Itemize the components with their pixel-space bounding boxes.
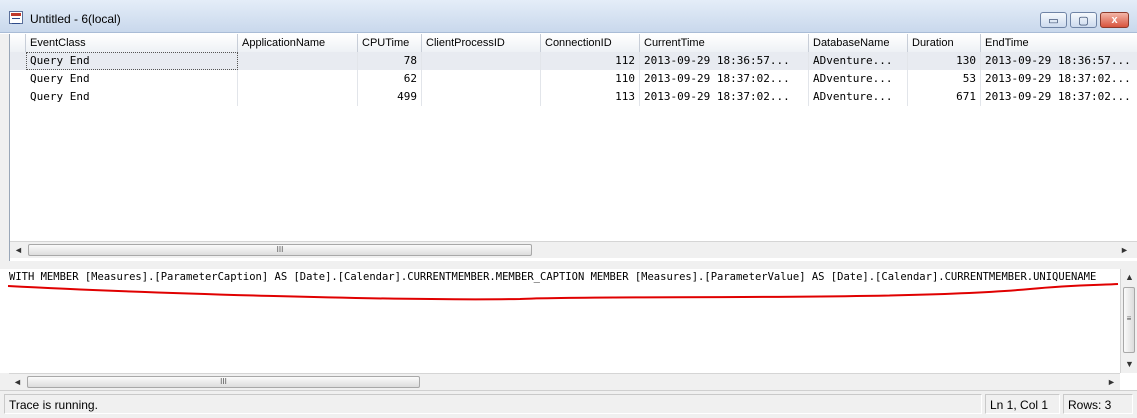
scroll-left-icon[interactable]: ◄: [9, 374, 26, 390]
text-horizontal-scrollbar[interactable]: ◄ III ►: [9, 373, 1120, 390]
close-icon: x: [1111, 14, 1118, 26]
cell-connectionid: 110: [541, 70, 640, 88]
table-row[interactable]: Query End 499 113 2013-09-29 18:37:02...…: [10, 88, 1137, 106]
cell-databasename: ADventure...: [809, 88, 908, 106]
cell-duration: 130: [908, 52, 981, 70]
cell-applicationname: [238, 52, 358, 70]
status-message: Trace is running.: [4, 394, 982, 414]
cell-endtime: 2013-09-29 18:37:02...: [981, 70, 1137, 88]
scroll-right-icon[interactable]: ►: [1116, 242, 1133, 258]
row-count: Rows: 3: [1063, 394, 1133, 414]
cell-duration: 53: [908, 70, 981, 88]
cell-clientprocessid: [422, 88, 541, 106]
cell-endtime: 2013-09-29 18:37:02...: [981, 88, 1137, 106]
cell-connectionid: 113: [541, 88, 640, 106]
pane-splitter[interactable]: [0, 261, 1137, 269]
table-row[interactable]: Query End 78 112 2013-09-29 18:36:57... …: [10, 52, 1137, 70]
cell-cputime: 78: [358, 52, 422, 70]
cell-eventclass: Query End: [26, 52, 238, 70]
trace-window-icon: [9, 11, 23, 24]
column-header-eventclass[interactable]: EventClass: [26, 34, 238, 52]
scroll-down-icon[interactable]: ▼: [1121, 356, 1137, 372]
cell-applicationname: [238, 88, 358, 106]
trace-events-grid[interactable]: EventClass ApplicationName CPUTime Clien…: [9, 34, 1137, 261]
red-underline-annotation: [7, 283, 1119, 301]
window-title: Untitled - 6(local): [30, 12, 121, 26]
cell-connectionid: 112: [541, 52, 640, 70]
scroll-left-icon[interactable]: ◄: [10, 242, 27, 258]
maximize-button[interactable]: ▢: [1070, 12, 1097, 28]
cell-cputime: 499: [358, 88, 422, 106]
scroll-right-icon[interactable]: ►: [1103, 374, 1120, 390]
table-row[interactable]: Query End 62 110 2013-09-29 18:37:02... …: [10, 70, 1137, 88]
column-header-applicationname[interactable]: ApplicationName: [238, 34, 358, 52]
status-bar: Trace is running. Ln 1, Col 1 Rows: 3: [0, 390, 1137, 418]
grid-horizontal-scrollbar[interactable]: ◄ III ►: [10, 241, 1137, 258]
query-text-pane[interactable]: WITH MEMBER [Measures].[ParameterCaption…: [0, 269, 1137, 390]
cell-eventclass: Query End: [26, 88, 238, 106]
cell-databasename: ADventure...: [809, 70, 908, 88]
cursor-position: Ln 1, Col 1: [985, 394, 1060, 414]
column-header-endtime[interactable]: EndTime: [981, 34, 1137, 52]
profiler-trace-window: { "window": { "title": "Untitled - 6(loc…: [0, 0, 1137, 418]
grid-header: EventClass ApplicationName CPUTime Clien…: [10, 34, 1137, 53]
maximize-icon: ▢: [1078, 14, 1089, 27]
text-scroll-thumb[interactable]: III: [27, 376, 420, 388]
cell-endtime: 2013-09-29 18:36:57...: [981, 52, 1137, 70]
column-header-duration[interactable]: Duration: [908, 34, 981, 52]
title-bar: Untitled - 6(local) ▭ ▢ x: [0, 0, 1137, 33]
minimize-icon: ▭: [1048, 14, 1059, 27]
close-button[interactable]: x: [1100, 12, 1129, 28]
column-header-clientprocessid[interactable]: ClientProcessID: [422, 34, 541, 52]
column-header-databasename[interactable]: DatabaseName: [809, 34, 908, 52]
cell-duration: 671: [908, 88, 981, 106]
cell-databasename: ADventure...: [809, 52, 908, 70]
cell-clientprocessid: [422, 70, 541, 88]
column-header-connectionid[interactable]: ConnectionID: [541, 34, 640, 52]
minimize-button[interactable]: ▭: [1040, 12, 1067, 28]
cell-clientprocessid: [422, 52, 541, 70]
text-vscroll-thumb[interactable]: ≡: [1123, 287, 1135, 353]
text-vertical-scrollbar[interactable]: ▲ ≡ ▼: [1120, 269, 1137, 373]
grid-scroll-thumb[interactable]: III: [28, 244, 532, 256]
column-header-currenttime[interactable]: CurrentTime: [640, 34, 809, 52]
row-header-corner: [10, 34, 26, 52]
cell-cputime: 62: [358, 70, 422, 88]
cell-currenttime: 2013-09-29 18:37:02...: [640, 70, 809, 88]
scroll-up-icon[interactable]: ▲: [1121, 269, 1137, 285]
cell-currenttime: 2013-09-29 18:36:57...: [640, 52, 809, 70]
column-header-cputime[interactable]: CPUTime: [358, 34, 422, 52]
cell-currenttime: 2013-09-29 18:37:02...: [640, 88, 809, 106]
cell-applicationname: [238, 70, 358, 88]
cell-eventclass: Query End: [26, 70, 238, 88]
